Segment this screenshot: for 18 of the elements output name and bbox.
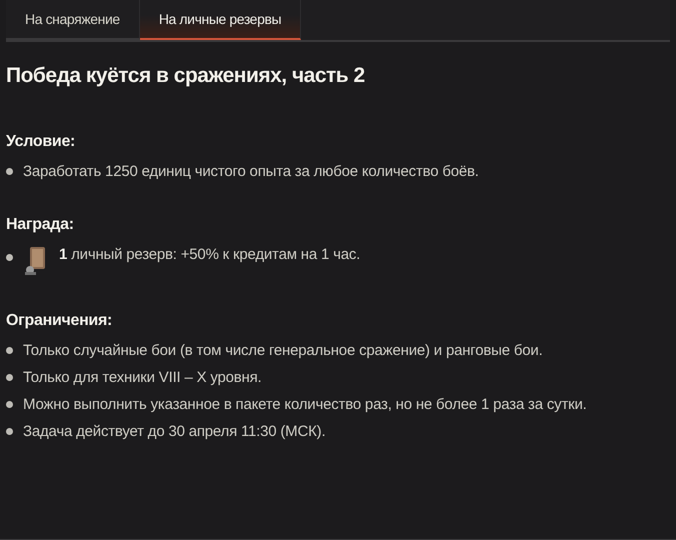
section-heading: Ограничения:	[6, 312, 114, 330]
list-text: Только случайные бои (в том числе генеральное сражение) и ранговые бои.	[23, 342, 543, 359]
reward-text: 1 личный резерв: +50% к кредитам на 1 час.	[59, 246, 360, 263]
bullet-icon	[6, 374, 13, 381]
section-heading: Награда:	[6, 216, 75, 234]
list-text: Заработать 1250 единиц чистого опыта за любое количество боёв.	[23, 163, 479, 180]
tab[interactable]: На личные резервы	[140, 0, 302, 40]
tab[interactable]: На снаряжение	[6, 0, 140, 40]
bullet-icon	[6, 428, 13, 435]
bullet-icon	[6, 254, 13, 261]
list-text: Только для техники VIII – X уровня.	[23, 369, 262, 386]
bullet-icon	[6, 168, 13, 175]
quest-title: Победа куётся в сражениях, часть 2	[6, 64, 366, 88]
bullet-icon	[6, 347, 13, 354]
bullet-icon	[6, 401, 13, 408]
list-text: Можно выполнить указанное в пакете количество раз, но не более 1 раза за сутки.	[23, 396, 587, 413]
section-heading: Условие:	[6, 133, 76, 151]
list-text: Задача действует до 30 апреля 11:30 (МСК).	[23, 423, 326, 440]
